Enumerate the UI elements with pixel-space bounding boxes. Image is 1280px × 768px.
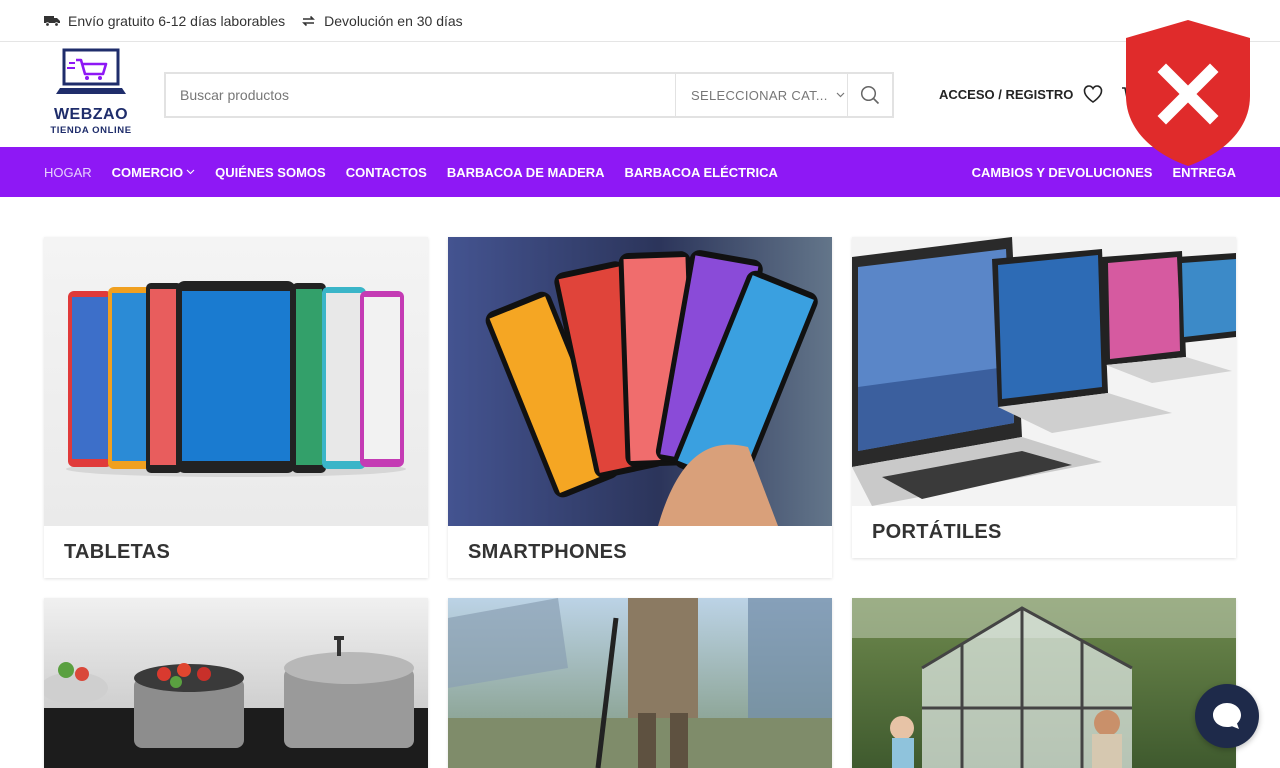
tablets-image (44, 237, 428, 526)
chevron-down-icon (836, 92, 845, 98)
nav-electric-bbq[interactable]: BARBACOA ELÉCTRICA (625, 165, 778, 180)
nav-home[interactable]: HOGAR (44, 165, 92, 180)
main-nav: HOGAR COMERCIO QUIÉNES SOMOS CONTACTOS B… (0, 147, 1280, 197)
category-card-greenhouses[interactable] (852, 598, 1236, 768)
category-card-kitchen[interactable] (44, 598, 428, 768)
search-icon (860, 85, 880, 105)
category-card-tablets[interactable]: TABLETAS (44, 237, 428, 578)
top-bar: Envío gratuito 6-12 días laborables Devo… (0, 0, 1280, 42)
nav-returns[interactable]: CAMBIOS Y DEVOLUCIONES (972, 165, 1153, 180)
truck-icon (44, 15, 60, 27)
nav-shop-label: COMERCIO (111, 164, 184, 180)
scooters-image (448, 598, 832, 768)
shield-x-icon (1126, 20, 1250, 166)
greenhouses-image (852, 598, 1236, 768)
smartphones-image (448, 237, 832, 526)
nav-shop[interactable]: COMERCIO (112, 165, 196, 180)
search-button[interactable] (847, 74, 892, 116)
exchange-icon (302, 15, 316, 26)
nav-wood-bbq[interactable]: BARBACOA DE MADERA (447, 165, 605, 180)
nav-contacts[interactable]: CONTACTOS (346, 165, 427, 180)
wishlist-button[interactable] (1082, 84, 1104, 109)
site-logo[interactable]: WEBZAO TIENDA ONLINE (46, 48, 136, 138)
category-title: TABLETAS (64, 540, 171, 563)
category-title: SMARTPHONES (468, 540, 627, 563)
heart-icon (1083, 85, 1103, 103)
category-card-scooters[interactable] (448, 598, 832, 768)
category-select-label: SELECCIONAR CAT... (691, 87, 828, 103)
nav-delivery[interactable]: ENTREGA (1172, 165, 1236, 180)
category-card-smartphones[interactable]: SMARTPHONES (448, 237, 832, 578)
logo-brand: WEBZAO (53, 106, 129, 123)
login-register-link[interactable]: ACCESO / REGISTRO (939, 87, 1073, 102)
category-select[interactable]: SELECCIONAR CAT... (675, 74, 847, 116)
laptops-image (852, 237, 1236, 506)
shipping-info: Envío gratuito 6-12 días laborables (44, 13, 285, 29)
search-bar: SELECCIONAR CAT... (164, 72, 894, 118)
laptop-cart-logo-icon (56, 48, 126, 94)
chevron-down-icon (186, 169, 195, 175)
chat-bubble-icon (1213, 703, 1241, 729)
shipping-text: Envío gratuito 6-12 días laborables (68, 12, 286, 29)
returns-info: Devolución en 30 días (301, 13, 463, 29)
chat-button[interactable] (1195, 684, 1259, 748)
returns-text: Devolución en 30 días (324, 12, 463, 29)
category-card-laptops[interactable]: PORTÁTILES (852, 237, 1236, 558)
nav-about[interactable]: QUIÉNES SOMOS (215, 165, 326, 180)
kitchen-image (44, 598, 428, 768)
logo-tagline: TIENDA ONLINE (50, 125, 132, 136)
search-input[interactable] (166, 74, 675, 116)
category-title: PORTÁTILES (872, 520, 1002, 543)
